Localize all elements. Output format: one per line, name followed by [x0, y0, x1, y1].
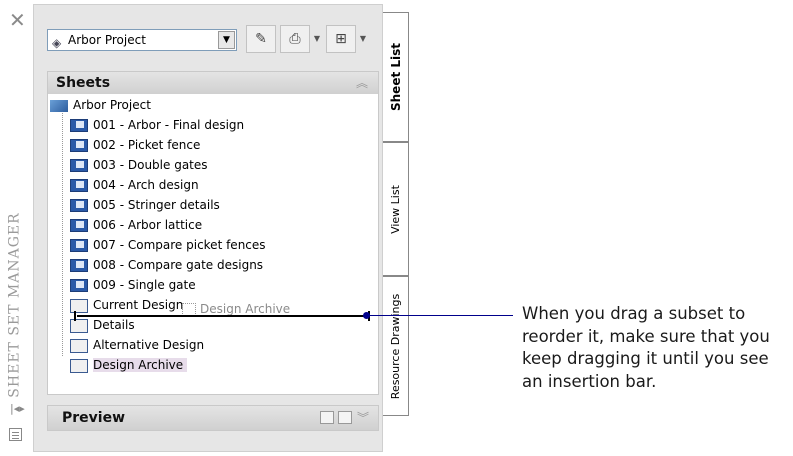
tree-item-label: 009 - Single gate: [93, 278, 196, 292]
sheet-icon: [70, 139, 88, 152]
subset-icon: [70, 318, 88, 333]
sheet-selections-dropdown-arrow[interactable]: ▼: [356, 25, 370, 53]
tree-item-subset[interactable]: Current Design: [70, 295, 183, 315]
preview-view-icon[interactable]: [320, 411, 334, 424]
tree-item-label: 002 - Picket fence: [93, 138, 201, 152]
palette-title-text: SHEET SET MANAGER: [7, 212, 24, 398]
insertion-bar: [74, 311, 370, 321]
tree-item-label: Arbor Project: [73, 98, 151, 112]
tree-item-sheet[interactable]: 005 - Stringer details: [70, 195, 220, 215]
tree-item-label: Current Design: [93, 298, 184, 312]
tree-item-sheet[interactable]: 009 - Single gate: [70, 275, 196, 295]
preview-header-label: Preview: [62, 410, 126, 426]
collapse-chevron-icon[interactable]: ︽: [356, 72, 368, 94]
tree-connector: [62, 106, 63, 356]
tree-item-sheet[interactable]: 003 - Double gates: [70, 155, 208, 175]
auto-hide-icon[interactable]: |◂▸: [10, 402, 25, 415]
preview-details-icon[interactable]: [338, 411, 352, 424]
drag-ghost-label: Design Archive: [200, 302, 291, 316]
sheet-icon: [70, 219, 88, 232]
tree-item-subset[interactable]: Details: [70, 315, 135, 335]
tree-item-sheet[interactable]: 008 - Compare gate designs: [70, 255, 263, 275]
tree-item-root[interactable]: Arbor Project: [50, 95, 151, 115]
subset-icon: [70, 298, 88, 313]
tab-sheet-list[interactable]: Sheet List: [383, 12, 409, 142]
tree-item-sheet[interactable]: 004 - Arch design: [70, 175, 199, 195]
tree-item-label: 008 - Compare gate designs: [93, 258, 264, 272]
expand-chevron-icon[interactable]: ︾: [357, 406, 369, 430]
drag-ghost: Design Archive: [182, 302, 290, 316]
tree-item-label: Design Archive: [93, 358, 188, 372]
sheet-set-root-icon: [50, 99, 68, 112]
subset-icon: [70, 358, 88, 373]
sheet-set-select[interactable]: ◈ Arbor Project ▼: [47, 29, 237, 51]
tree-item-label: 003 - Double gates: [93, 158, 208, 172]
tree-item-sheet[interactable]: 001 - Arbor - Final design: [70, 115, 244, 135]
sheet-set-icon: ◈: [52, 36, 62, 50]
callout-text: When you drag a subset to reorder it, ma…: [522, 304, 770, 391]
sheet-set-select-value: Arbor Project: [68, 33, 146, 47]
close-icon[interactable]: ✕: [9, 10, 26, 30]
subset-icon: [70, 338, 88, 353]
publish-dropdown-arrow[interactable]: ▼: [310, 25, 324, 53]
tab-view-list[interactable]: View List: [383, 142, 409, 276]
tree-item-subset-selected[interactable]: Design Archive: [70, 355, 188, 375]
publish-icon: ✎: [255, 31, 267, 47]
callout-leader-line: [367, 315, 513, 316]
sheet-set-panel: ◈ Arbor Project ▼ ✎ ⎙ ▼ ⊞ ▼ Sheets ︽ Arb…: [33, 4, 383, 452]
tree-item-sheet[interactable]: 002 - Picket fence: [70, 135, 200, 155]
sheet-selections-icon: ⊞: [335, 31, 347, 47]
tree-item-label: Details: [93, 318, 135, 332]
tree-item-label: 004 - Arch design: [93, 178, 199, 192]
tree-item-label: 007 - Compare picket fences: [93, 238, 266, 252]
sheets-header[interactable]: Sheets ︽: [48, 72, 378, 94]
properties-icon[interactable]: [9, 428, 22, 441]
tree-item-label: Alternative Design: [93, 338, 205, 352]
sheet-icon: [70, 159, 88, 172]
sheet-icon: [70, 119, 88, 132]
sheet-icon: [70, 279, 88, 292]
tree-item-label: 006 - Arbor lattice: [93, 218, 203, 232]
preview-header[interactable]: Preview ︾: [47, 405, 379, 431]
plot-icon: ⎙: [289, 31, 301, 47]
tree-item-label: 001 - Arbor - Final design: [93, 118, 245, 132]
publish-to-plotter-button[interactable]: ⎙: [280, 25, 310, 53]
palette-title-strip: ✕ SHEET SET MANAGER |◂▸: [0, 0, 32, 456]
tree-item-sheet[interactable]: 006 - Arbor lattice: [70, 215, 202, 235]
sheets-header-label: Sheets: [56, 75, 111, 91]
sheet-icon: [70, 199, 88, 212]
tab-resource-drawings-label: Resource Drawings: [389, 293, 403, 399]
sheet-selections-button[interactable]: ⊞: [326, 25, 356, 53]
sheets-tree-panel: Sheets ︽ Arbor Project 001 - Arbor - Fin…: [47, 71, 379, 395]
sheet-icon: [70, 259, 88, 272]
chevron-down-icon[interactable]: ▼: [218, 31, 235, 49]
tree-item-label: 005 - Stringer details: [93, 198, 220, 212]
tree-item-subset[interactable]: Alternative Design: [70, 335, 204, 355]
tree-item-sheet[interactable]: 007 - Compare picket fences: [70, 235, 266, 255]
palette-title: SHEET SET MANAGER: [2, 210, 28, 400]
sheet-icon: [70, 179, 88, 192]
tab-sheet-list-label: Sheet List: [388, 42, 403, 112]
sheet-icon: [70, 239, 88, 252]
publish-button[interactable]: ✎: [246, 25, 276, 53]
tab-resource-drawings[interactable]: Resource Drawings: [383, 276, 409, 416]
tab-view-list-label: View List: [389, 184, 402, 234]
